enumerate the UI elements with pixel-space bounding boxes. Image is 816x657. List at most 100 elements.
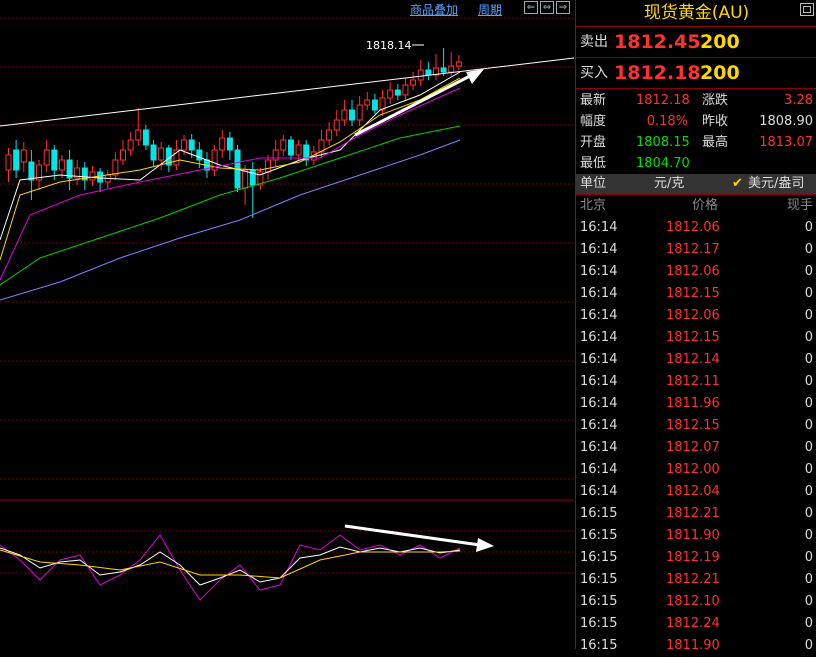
tick-row: 16:15 1812.21 0 [576,503,816,525]
candle-body [127,139,134,151]
candle-body [402,84,409,96]
tick-volume: 0 [804,594,813,609]
tick-price: 1812.00 [666,462,720,477]
tick-volume: 0 [804,550,813,565]
tick-volume: 0 [804,308,813,323]
tick-price: 1812.21 [666,506,720,521]
trend-line [0,57,574,127]
candle-body [120,149,126,161]
chart-area[interactable]: 1818.14 商品叠加 周期 ⇐ ⇔ ⇒ [0,0,574,649]
sell-price: 1812.45 [614,31,701,53]
tick-volume: 0 [804,286,813,301]
candle-body [242,169,249,189]
buy-price: 1812.18 [614,62,701,84]
tick-price: 1812.15 [666,330,720,345]
tick-row: 16:14 1812.00 0 [576,459,816,481]
tick-price: 1812.24 [666,616,720,631]
tick-time: 16:14 [580,484,618,499]
tick-time: 16:14 [580,418,618,433]
tick-volume: 0 [804,638,813,653]
col-time: 北京 [580,198,607,213]
candle-body [364,99,371,106]
tick-time: 16:15 [580,638,618,653]
candle-body [43,149,50,166]
osc-arrow-shaft [344,524,481,547]
tick-price: 1811.90 [666,528,720,543]
instrument-name: 现货黄金(AU) [643,3,750,23]
unit-option[interactable]: 美元/盎司 [748,174,804,194]
candle-body [455,61,462,67]
tick-volume: 0 [804,528,813,543]
tick-volume: 0 [804,418,813,433]
candle-body [287,139,294,156]
tick-price: 1812.17 [666,242,720,257]
candle-body [135,129,142,141]
tick-row: 16:15 1812.19 0 [576,547,816,569]
tick-price: 1812.10 [666,594,720,609]
tick-row: 16:14 1812.11 0 [576,371,816,393]
tick-row: 16:14 1812.15 0 [576,283,816,305]
buy-label: 买入 [580,65,608,81]
tick-row: 16:14 1812.14 0 [576,349,816,371]
tick-time: 16:15 [580,506,618,521]
tick-row: 16:15 1811.90 0 [576,525,816,547]
tick-volume: 0 [804,242,813,257]
high-value: 1813.07 [759,135,813,150]
window-icon[interactable] [800,3,814,16]
candle-body [58,159,65,171]
high-label: 最高 [702,135,729,150]
candle-body [196,149,203,161]
candle-body [89,171,96,181]
tick-price: 1811.90 [666,638,720,653]
tick-price: 1812.11 [666,374,720,389]
candlestick-chart[interactable]: 1818.14 [0,0,574,649]
tick-time: 16:15 [580,594,618,609]
check-icon: ✔ [732,176,743,191]
sell-label: 卖出 [580,34,608,50]
tick-volume: 0 [804,462,813,477]
candle-body [280,139,287,151]
tick-volume: 0 [804,352,813,367]
tick-row: 16:14 1812.04 0 [576,481,816,503]
tick-volume: 0 [804,440,813,455]
col-price: 价格 [691,198,718,213]
tick-price: 1812.15 [666,286,720,301]
tick-volume: 0 [804,220,813,235]
candle-body [188,139,195,151]
candle-body [295,144,302,156]
candle-body [387,89,394,99]
unit-bar: 单位 元/克 ✔ 美元/盎司 [576,174,816,194]
scroll-right-icon[interactable]: ⇒ [556,1,570,14]
tick-price: 1812.06 [666,220,720,235]
candle-body [219,137,226,151]
stats-block: 最新 1812.18 涨跌 3.28 幅度 0.18% 昨收 1808.90 开… [576,88,816,174]
period-link[interactable]: 周期 [478,1,502,18]
prev-close-value: 1808.90 [759,114,813,129]
tick-list[interactable]: 16:14 1812.06 0 16:14 1812.17 0 16:14 1812.06 0 1… [576,217,816,657]
candle-body [28,161,35,181]
tick-price: 1812.14 [666,352,720,367]
overlay-link[interactable]: 商品叠加 [410,1,458,18]
tick-time: 16:15 [580,550,618,565]
tick-row: 16:15 1812.24 0 [576,613,816,635]
tick-time: 16:14 [580,308,618,323]
candle-body [226,137,233,151]
scroll-left-icon[interactable]: ⇐ [524,1,538,14]
candle-body [5,154,12,171]
open-label: 开盘 [580,135,607,150]
swap-icon[interactable]: ⇔ [540,1,554,14]
pct-value: 0.18% [646,114,688,129]
tick-price: 1812.07 [666,440,720,455]
sell-volume: 200 [700,31,740,53]
candle-body [333,119,340,131]
unit-value[interactable]: 元/克 [654,174,684,194]
instrument-title: 现货黄金(AU) [576,0,816,26]
candle-body [341,109,348,121]
change-label: 涨跌 [702,93,729,108]
arrow-head [466,69,484,84]
tick-time: 16:14 [580,440,618,455]
tick-row: 16:15 1812.10 0 [576,591,816,613]
tick-row: 16:14 1812.07 0 [576,437,816,459]
pct-label: 幅度 [580,114,607,129]
tick-volume: 0 [804,506,813,521]
